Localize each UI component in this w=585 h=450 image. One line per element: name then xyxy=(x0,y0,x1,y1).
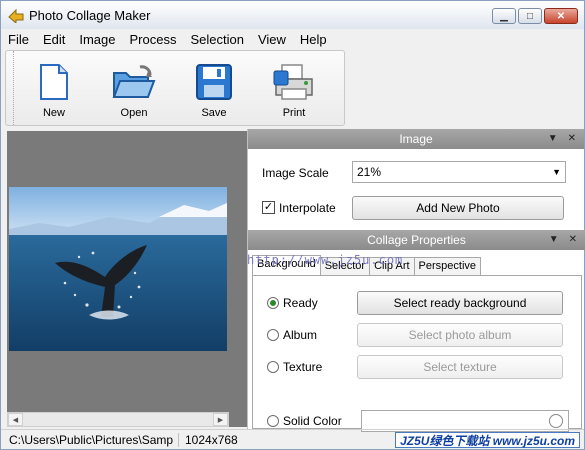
status-bar: C:\Users\Public\Pictures\Samp 1024x768 J… xyxy=(1,429,584,449)
image-scale-label: Image Scale xyxy=(262,166,329,180)
url-watermark: http://www.jz5u.com xyxy=(247,253,404,267)
toolbar-grip[interactable] xyxy=(6,51,14,125)
interpolate-label: Interpolate xyxy=(279,201,336,215)
image-panel-title: Image xyxy=(399,132,433,146)
menu-selection[interactable]: Selection xyxy=(183,32,250,47)
close-button[interactable]: ✕ xyxy=(544,8,578,24)
window-controls: ▁ □ ✕ xyxy=(492,8,578,24)
solid-color-label: Solid Color xyxy=(283,414,342,428)
album-radio[interactable] xyxy=(267,329,279,341)
interpolate-checkbox[interactable]: ✓ xyxy=(262,201,275,214)
open-label: Open xyxy=(120,107,148,119)
ready-radio[interactable] xyxy=(267,297,279,309)
site-watermark: JZ5U绿色下载站 www.jz5u.com xyxy=(395,432,580,448)
scroll-left-icon[interactable]: ◀ xyxy=(8,413,23,426)
properties-panel: Image ▼ ✕ Image Scale 21% ▼ ✓ Interpolat… xyxy=(247,129,585,432)
menu-bar: File Edit Image Process Selection View H… xyxy=(1,29,584,49)
select-photo-album-button[interactable]: Select photo album xyxy=(357,323,563,347)
close-panel-icon[interactable]: ✕ xyxy=(569,230,577,250)
open-button[interactable]: Open xyxy=(94,51,174,125)
print-label: Print xyxy=(282,107,306,119)
window-title: Photo Collage Maker xyxy=(29,7,151,23)
printer-icon xyxy=(273,64,313,100)
collapse-icon[interactable]: ▼ xyxy=(549,230,559,250)
chevron-down-icon: ▼ xyxy=(552,167,561,177)
new-button[interactable]: New xyxy=(14,51,94,125)
image-panel-header: Image ▼ ✕ xyxy=(248,129,584,149)
new-label: New xyxy=(42,107,65,119)
album-label: Album xyxy=(283,328,318,342)
select-texture-button[interactable]: Select texture xyxy=(357,355,563,379)
main-toolbar: New Open Save Print xyxy=(5,50,345,126)
image-scale-value: 21% xyxy=(357,165,382,179)
add-new-photo-button[interactable]: Add New Photo xyxy=(352,196,564,220)
menu-edit[interactable]: Edit xyxy=(36,32,72,47)
tab-perspective[interactable]: Perspective xyxy=(413,257,482,275)
save-label: Save xyxy=(201,107,227,119)
menu-process[interactable]: Process xyxy=(123,32,184,47)
image-scale-combo[interactable]: 21% ▼ xyxy=(352,161,566,183)
horizontal-scrollbar[interactable]: ◀ ▶ xyxy=(7,412,229,427)
color-picker-icon[interactable] xyxy=(549,414,563,428)
collapse-icon[interactable]: ▼ xyxy=(548,129,558,149)
close-panel-icon[interactable]: ✕ xyxy=(568,129,576,149)
ready-label: Ready xyxy=(283,296,318,310)
minimize-button[interactable]: ▁ xyxy=(492,8,516,24)
texture-label: Texture xyxy=(283,360,323,374)
maximize-button[interactable]: □ xyxy=(518,8,542,24)
select-ready-background-button[interactable]: Select ready background xyxy=(357,291,563,315)
menu-image[interactable]: Image xyxy=(72,32,122,47)
solid-color-radio[interactable] xyxy=(267,415,279,427)
status-file-path: C:\Users\Public\Pictures\Samp xyxy=(1,432,179,447)
texture-radio[interactable] xyxy=(267,361,279,373)
open-folder-icon xyxy=(112,65,156,98)
save-disk-icon xyxy=(196,64,232,100)
collage-panel-title: Collage Properties xyxy=(367,233,466,247)
whale-photo xyxy=(9,187,227,351)
background-tab-content: Ready Select ready background Album Sele… xyxy=(252,275,582,432)
menu-view[interactable]: View xyxy=(251,32,293,47)
title-bar: Photo Collage Maker ▁ □ ✕ xyxy=(1,1,584,29)
print-button[interactable]: Print xyxy=(254,51,334,125)
menu-file[interactable]: File xyxy=(1,32,36,47)
save-button[interactable]: Save xyxy=(174,51,254,125)
app-window: Photo Collage Maker ▁ □ ✕ File Edit Imag… xyxy=(0,0,585,450)
photo-viewer[interactable] xyxy=(7,131,247,427)
menu-help[interactable]: Help xyxy=(293,32,334,47)
collage-panel-header: Collage Properties ▼ ✕ xyxy=(248,230,585,250)
app-logo-icon xyxy=(7,7,25,25)
new-document-icon xyxy=(40,64,68,100)
status-image-size: 1024x768 xyxy=(185,432,238,447)
scroll-right-icon[interactable]: ▶ xyxy=(213,413,228,426)
